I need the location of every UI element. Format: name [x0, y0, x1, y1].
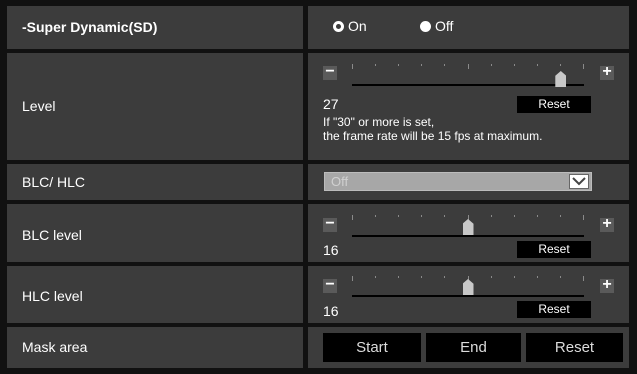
- level-note-line2: the frame rate will be 15 fps at maximum…: [323, 129, 543, 143]
- mask-start-button[interactable]: Start: [323, 333, 421, 362]
- label-cell: -Super Dynamic(SD): [7, 6, 303, 49]
- slider-tick: [490, 64, 492, 66]
- slider-tick: [398, 215, 400, 217]
- super-dynamic-label: -Super Dynamic(SD): [22, 19, 158, 35]
- radio-off[interactable]: Off: [420, 18, 453, 34]
- slider-tick: [352, 276, 353, 281]
- slider-tick: [421, 215, 423, 217]
- level-decrease-button[interactable]: −: [323, 64, 337, 80]
- level-reset-button[interactable]: Reset: [517, 96, 591, 113]
- value-cell: Off: [308, 164, 629, 200]
- slider-tick: [421, 276, 423, 278]
- mask-area-label: Mask area: [22, 339, 88, 355]
- row-blc-level: BLC level − + 16 Reset: [7, 204, 629, 262]
- slider-tick: [513, 64, 515, 66]
- slider-tick: [536, 64, 538, 66]
- radio-off-label: Off: [435, 18, 454, 34]
- radio-unselected-icon: [420, 20, 431, 32]
- label-cell: Mask area: [7, 327, 303, 368]
- slider-tick: [444, 64, 446, 66]
- slider-tick: [375, 64, 377, 66]
- chevron-down-icon[interactable]: [569, 174, 589, 189]
- slider-tick: [513, 215, 515, 217]
- blc-level-label: BLC level: [22, 227, 82, 243]
- hlc-decrease-button[interactable]: −: [323, 277, 337, 293]
- label-cell: BLC level: [7, 204, 303, 262]
- value-cell: − + 27 Reset If "30" or more is set, the…: [308, 53, 629, 160]
- level-label: Level: [22, 98, 56, 114]
- blc-reset-button[interactable]: Reset: [517, 241, 591, 258]
- slider-tick: [444, 215, 446, 217]
- slider-tick: [490, 276, 492, 278]
- level-slider-handle[interactable]: [555, 71, 567, 87]
- slider-tick: [352, 64, 353, 69]
- hlc-reset-button[interactable]: Reset: [517, 301, 591, 318]
- slider-tick: [375, 215, 377, 217]
- blc-hlc-label: BLC/ HLC: [22, 174, 86, 190]
- slider-tick: [583, 215, 584, 220]
- level-slider-ticks: [352, 64, 584, 72]
- slider-tick: [559, 64, 561, 66]
- blc-level-value: 16: [323, 242, 339, 258]
- slider-tick: [583, 64, 584, 69]
- level-value: 27: [323, 96, 339, 112]
- slider-tick: [398, 276, 400, 278]
- slider-tick: [513, 276, 515, 278]
- level-note-line1: If "30" or more is set,: [323, 115, 435, 129]
- level-increase-button[interactable]: +: [600, 64, 614, 80]
- row-hlc-level: HLC level − + 16 Reset: [7, 266, 629, 323]
- row-super-dynamic: -Super Dynamic(SD) On Off: [7, 6, 629, 49]
- value-cell: On Off: [308, 6, 629, 49]
- slider-tick: [490, 215, 492, 217]
- value-cell: Start End Reset: [308, 327, 629, 368]
- radio-on[interactable]: On: [333, 18, 367, 34]
- settings-panel: -Super Dynamic(SD) On Off Level − + 27 R…: [0, 0, 637, 374]
- slider-tick: [559, 215, 561, 217]
- value-cell: − + 16 Reset: [308, 266, 629, 323]
- blc-hlc-select[interactable]: Off: [324, 172, 592, 191]
- row-mask-area: Mask area Start End Reset: [7, 327, 629, 368]
- radio-selected-icon: [333, 20, 344, 32]
- slider-tick: [352, 215, 353, 220]
- slider-tick: [467, 64, 469, 69]
- mask-reset-button[interactable]: Reset: [526, 333, 623, 362]
- slider-tick: [536, 215, 538, 217]
- hlc-level-value: 16: [323, 303, 339, 319]
- hlc-increase-button[interactable]: +: [600, 277, 614, 293]
- hlc-slider-track[interactable]: [352, 295, 584, 297]
- label-cell: HLC level: [7, 266, 303, 323]
- slider-tick: [536, 276, 538, 278]
- blc-hlc-selected-value: Off: [331, 174, 349, 189]
- label-cell: Level: [7, 53, 303, 160]
- label-cell: BLC/ HLC: [7, 164, 303, 200]
- hlc-level-label: HLC level: [22, 288, 83, 304]
- slider-tick: [559, 276, 561, 278]
- slider-tick: [375, 276, 377, 278]
- radio-on-label: On: [348, 18, 367, 34]
- row-blc-hlc: BLC/ HLC Off: [7, 164, 629, 200]
- value-cell: − + 16 Reset: [308, 204, 629, 262]
- blc-decrease-button[interactable]: −: [323, 216, 337, 232]
- slider-tick: [444, 276, 446, 278]
- row-level: Level − + 27 Reset If "30" or more is se…: [7, 53, 629, 160]
- slider-tick: [421, 64, 423, 66]
- slider-tick: [583, 276, 584, 281]
- level-slider-track[interactable]: [352, 84, 584, 86]
- slider-tick: [398, 64, 400, 66]
- mask-end-button[interactable]: End: [426, 333, 521, 362]
- blc-increase-button[interactable]: +: [600, 216, 614, 232]
- blc-slider-track[interactable]: [352, 235, 584, 237]
